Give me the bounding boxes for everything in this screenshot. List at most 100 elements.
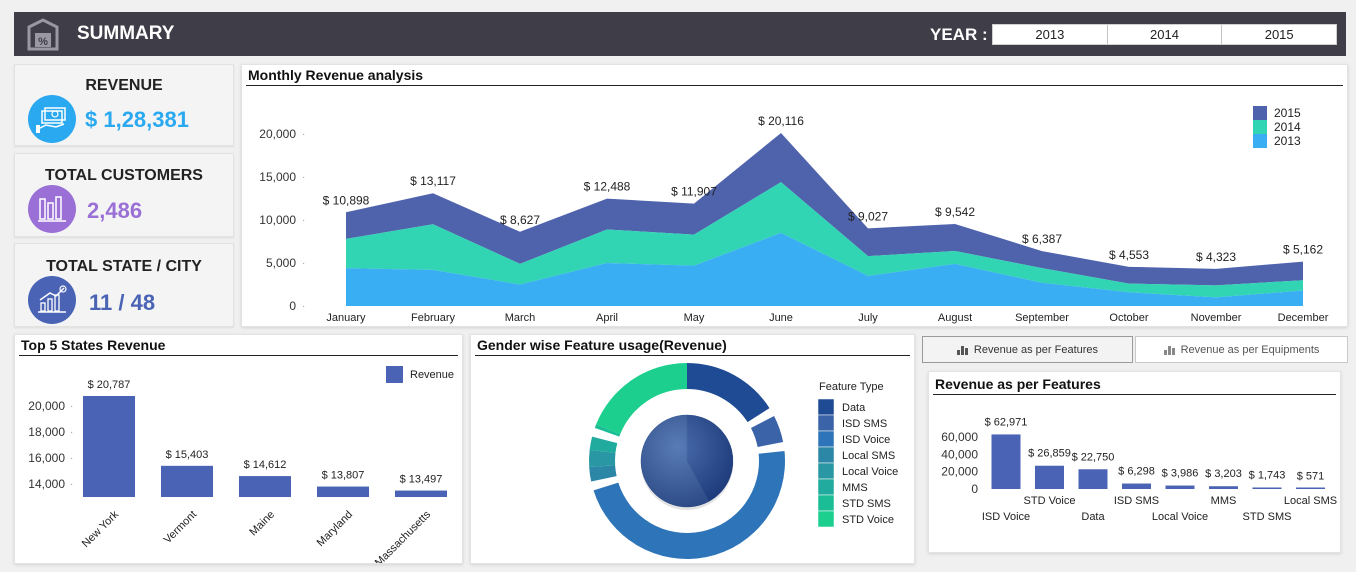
y-tick-label: 14,000 bbox=[28, 477, 65, 491]
data-label: $ 6,298 bbox=[1118, 466, 1155, 478]
tab-revenue-features[interactable]: Revenue as per Features bbox=[922, 336, 1133, 363]
data-label: $ 14,612 bbox=[244, 459, 287, 471]
x-tick-label: December bbox=[1278, 312, 1329, 324]
features-chart: 0 20,000 40,000 60,000 $ 62,971 ISD Voice $ 26… bbox=[941, 416, 1337, 523]
bar bbox=[161, 465, 213, 497]
data-label: $ 6,387 bbox=[1022, 232, 1062, 246]
year-option-2014[interactable]: 2014 bbox=[1108, 25, 1223, 44]
legend-label: 2015 bbox=[1274, 106, 1301, 120]
x-tick-label: August bbox=[938, 312, 972, 324]
legend-label: 2014 bbox=[1274, 120, 1301, 134]
legend-label: STD SMS bbox=[842, 498, 891, 510]
x-tick-label: May bbox=[684, 312, 705, 324]
bar bbox=[991, 434, 1021, 489]
data-label: $ 571 bbox=[1297, 471, 1325, 483]
data-label: $ 3,203 bbox=[1205, 468, 1242, 480]
y-tick-label: 20,000 bbox=[941, 465, 978, 479]
x-tick-label: July bbox=[858, 312, 878, 324]
bar-chart-icon bbox=[956, 345, 969, 355]
year-option-2013[interactable]: 2013 bbox=[993, 25, 1108, 44]
customers-value: 2,486 bbox=[87, 198, 143, 223]
people-bars-icon bbox=[28, 185, 76, 233]
customers-card: TOTAL CUSTOMERS 2,486 bbox=[14, 153, 234, 237]
donut-slice-local-sms bbox=[589, 465, 617, 482]
monthly-revenue-chart: 0 · 5,000 · 10,000 · 15,000 · 20,000 · January $ 10… bbox=[259, 106, 1329, 324]
x-tick-label: March bbox=[505, 312, 536, 324]
x-tick-label: Massachusetts bbox=[373, 508, 434, 563]
monthly-revenue-panel: Monthly Revenue analysis 0 · 5,000 · 10,000 ·… bbox=[241, 64, 1348, 327]
header-bar: % SUMMARY YEAR : 2013 2014 2015 bbox=[14, 12, 1346, 56]
tab-revenue-equipments[interactable]: Revenue as per Equipments bbox=[1135, 336, 1348, 363]
bar bbox=[317, 486, 369, 497]
revenue-card: REVENUE $ 1,28,381 bbox=[14, 64, 234, 146]
data-label: $ 13,117 bbox=[410, 174, 456, 188]
y-tick-mark: · bbox=[302, 129, 305, 140]
state-city-title: TOTAL STATE / CITY bbox=[46, 258, 202, 275]
data-label: $ 9,542 bbox=[935, 205, 975, 219]
data-label: $ 4,553 bbox=[1109, 248, 1149, 262]
x-tick-label: Local Voice bbox=[1152, 511, 1208, 523]
bar bbox=[395, 490, 447, 497]
revenue-title: REVENUE bbox=[85, 77, 163, 94]
data-label: $ 13,807 bbox=[322, 470, 365, 482]
x-tick-label: STD SMS bbox=[1243, 511, 1292, 523]
y-tick-mark: · bbox=[302, 258, 305, 269]
legend-label: ISD SMS bbox=[842, 418, 887, 430]
legend-swatch bbox=[817, 494, 835, 512]
data-label: $ 12,488 bbox=[584, 180, 631, 194]
donut-slice-data bbox=[687, 363, 770, 423]
features-title: Revenue as per Features bbox=[935, 376, 1101, 392]
svg-text:%: % bbox=[38, 36, 48, 48]
panel-divider bbox=[933, 394, 1336, 395]
legend-label: 2013 bbox=[1274, 134, 1301, 148]
x-tick-label: Vermont bbox=[162, 509, 199, 546]
legend-label: Revenue bbox=[410, 369, 454, 381]
bar-chart-icon bbox=[1163, 345, 1176, 355]
y-tick-label: 0 bbox=[971, 482, 978, 496]
y-tick-label: 20,000 bbox=[28, 399, 65, 413]
donut-slice-local-voice bbox=[589, 449, 616, 467]
panel-divider bbox=[19, 355, 458, 356]
x-tick-label: September bbox=[1015, 312, 1069, 324]
legend-label: Local SMS bbox=[842, 450, 895, 462]
panel-divider bbox=[246, 85, 1343, 86]
y-tick-label: 0 bbox=[289, 299, 296, 313]
x-tick-label: June bbox=[769, 312, 793, 324]
panel-divider bbox=[475, 355, 910, 356]
x-tick-label: Maine bbox=[247, 509, 277, 539]
legend-label: MMS bbox=[842, 482, 868, 494]
data-label: $ 15,403 bbox=[166, 449, 209, 461]
revenue-value: $ 1,28,381 bbox=[85, 107, 189, 132]
tab-revenue-equipments-label: Revenue as per Equipments bbox=[1180, 343, 1320, 356]
y-tick-label: 20,000 bbox=[259, 127, 296, 141]
legend-swatch bbox=[817, 430, 835, 448]
bar bbox=[83, 396, 135, 497]
bar bbox=[1035, 465, 1064, 489]
gender-title: Gender wise Feature usage(Revenue) bbox=[477, 337, 727, 353]
y-tick-mark: · bbox=[70, 479, 73, 490]
data-label: $ 1,743 bbox=[1249, 469, 1286, 481]
data-label: $ 20,116 bbox=[758, 114, 804, 128]
legend-swatch bbox=[817, 462, 835, 480]
legend-swatch-2014 bbox=[1253, 120, 1267, 134]
gender-panel: Gender wise Feature usage(Revenue) Featu… bbox=[470, 334, 915, 564]
legend-swatch bbox=[817, 398, 835, 416]
x-tick-label: April bbox=[596, 312, 618, 324]
data-label: $ 13,497 bbox=[400, 474, 443, 486]
data-label: $ 62,971 bbox=[985, 416, 1028, 428]
top-states-chart: 14,000 · 16,000 · 18,000 · 20,000 · $ 20,787 New … bbox=[28, 366, 454, 563]
y-tick-mark: · bbox=[70, 401, 73, 412]
year-label: YEAR : bbox=[930, 25, 988, 44]
page-title: SUMMARY bbox=[77, 23, 175, 44]
x-tick-label: January bbox=[326, 312, 366, 324]
year-option-2015[interactable]: 2015 bbox=[1222, 25, 1336, 44]
bar bbox=[1122, 483, 1151, 489]
growth-chart-icon bbox=[28, 276, 76, 324]
legend-swatch-2013 bbox=[1253, 134, 1267, 148]
cash-hand-icon bbox=[28, 95, 76, 143]
legend-swatch bbox=[817, 510, 835, 528]
donut-slice-isd-sms bbox=[750, 416, 784, 448]
legend-swatch bbox=[817, 446, 835, 464]
x-tick-label: STD Voice bbox=[1024, 495, 1076, 507]
top-states-title: Top 5 States Revenue bbox=[21, 337, 166, 353]
